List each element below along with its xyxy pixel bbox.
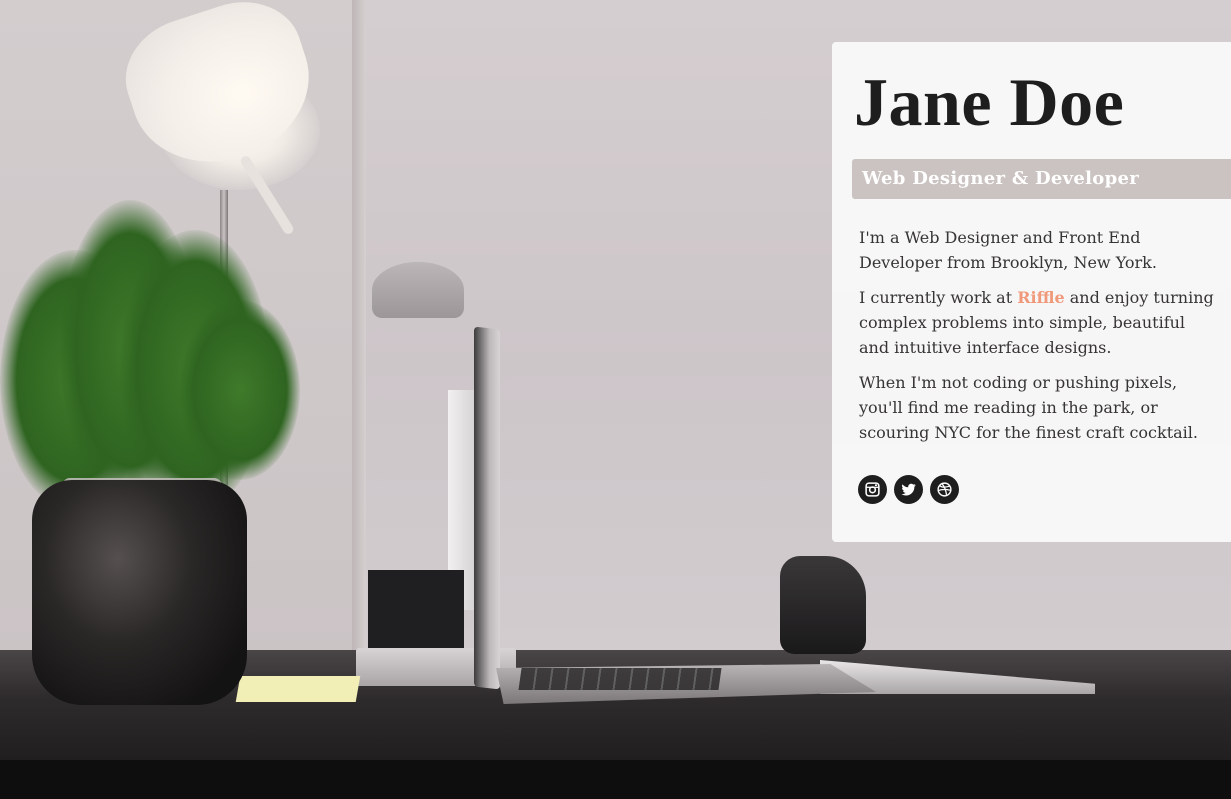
dark-box <box>368 570 464 650</box>
wall-strip <box>352 0 366 660</box>
twitter-icon <box>901 483 916 496</box>
sticky-notes <box>235 676 361 702</box>
plant-jar <box>32 480 247 705</box>
title-band: Web Designer & Developer <box>852 159 1231 199</box>
instagram-link[interactable] <box>858 475 887 504</box>
bio-paragraph-1: I'm a Web Designer and Front End Develop… <box>859 228 1157 272</box>
background-lamp <box>372 262 464 318</box>
bio-paragraph-2: I currently work at Riffle and enjoy tur… <box>859 285 1214 360</box>
desk-edge <box>0 760 1231 799</box>
plant-foliage <box>180 300 300 480</box>
profile-card: Jane Doe Web Designer & Developer I'm a … <box>832 42 1231 542</box>
social-links <box>858 475 959 504</box>
bio-text: I currently work at <box>859 288 1018 307</box>
bio: I'm a Web Designer and Front End Develop… <box>859 225 1214 455</box>
dribbble-link[interactable] <box>930 475 959 504</box>
camera <box>780 556 866 654</box>
profile-name: Jane Doe <box>854 64 1125 140</box>
twitter-link[interactable] <box>894 475 923 504</box>
dribbble-icon <box>937 482 952 497</box>
laptop-screen <box>474 326 500 690</box>
instagram-icon <box>865 482 880 497</box>
riffle-link[interactable]: Riffle <box>1017 288 1064 307</box>
profile-title: Web Designer & Developer <box>862 168 1140 189</box>
laptop-keyboard <box>518 668 722 690</box>
bio-paragraph-3: When I'm not coding or pushing pixels, y… <box>859 373 1198 442</box>
